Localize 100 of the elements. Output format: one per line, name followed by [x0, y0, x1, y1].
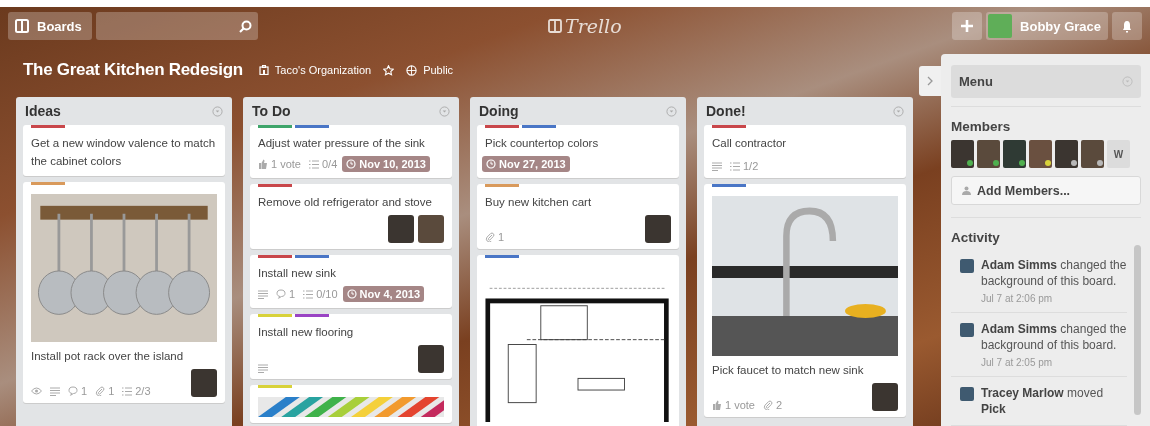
- clock-icon: [486, 159, 496, 169]
- card[interactable]: Get a new window valence to match the cabinet colors: [23, 125, 225, 176]
- checklist-count: 0/4: [308, 158, 338, 170]
- card-title: Get a new window valence to match the cabinet colors: [31, 136, 217, 169]
- member-initial-avatar[interactable]: W: [1107, 140, 1130, 168]
- search-field[interactable]: [96, 12, 258, 40]
- card-title: Install new flooring: [258, 325, 355, 340]
- eye-icon: [31, 387, 42, 395]
- activity-message: Adam Simms changed the background of this board.: [981, 257, 1127, 289]
- member-avatar[interactable]: [1081, 140, 1104, 168]
- thumbs-up-icon: [712, 400, 722, 410]
- attachment-count: 2: [762, 399, 783, 411]
- visibility-button[interactable]: Public: [406, 64, 454, 76]
- list-menu-icon[interactable]: [439, 105, 450, 117]
- card-title: Call contractor: [712, 136, 788, 151]
- list-menu-icon[interactable]: [666, 105, 677, 117]
- clock-icon: [346, 159, 357, 169]
- due-date-badge: Nov 27, 2013: [482, 156, 570, 172]
- activity-heading: Activity: [951, 217, 1141, 245]
- activity-time: Jul 7 at 2:06 pm: [981, 293, 1054, 304]
- card-title: Pick countertop colors: [485, 136, 600, 151]
- vote-count: 1 vote: [258, 158, 301, 170]
- paperclip-icon: [485, 232, 495, 242]
- members-heading: Members: [951, 106, 1141, 134]
- attachment-count: 1: [485, 231, 505, 243]
- globe-icon: [406, 64, 418, 76]
- activity-message: Tracey Marlow moved Pick: [981, 385, 1105, 417]
- description-icon: [258, 289, 268, 299]
- plus-icon: [961, 20, 974, 32]
- checklist-icon: [308, 159, 319, 169]
- add-button[interactable]: [952, 12, 983, 40]
- boards-button[interactable]: Boards: [8, 12, 92, 40]
- menu-options-icon: [1122, 76, 1133, 87]
- menu-title: Menu: [959, 74, 993, 89]
- checklist-icon: [122, 386, 133, 396]
- bell-icon: [1122, 19, 1132, 33]
- add-members-button[interactable]: Add Members...: [951, 176, 1141, 205]
- member-avatar[interactable]: [1029, 140, 1052, 168]
- attachment-count: 1: [95, 385, 115, 397]
- board-logo-icon: [548, 19, 562, 33]
- member-avatar[interactable]: [951, 140, 974, 168]
- comment-count: 1: [276, 288, 296, 300]
- card-title: Pick faucet to match new sink: [712, 363, 865, 378]
- card[interactable]: Pick countertop colors Nov 27, 2013: [477, 125, 679, 178]
- card-title: Buy new kitchen cart: [485, 195, 593, 210]
- scrollbar[interactable]: [1134, 245, 1141, 415]
- activity-message: Adam Simms changed the background of this board.: [981, 321, 1127, 353]
- clock-icon: [346, 289, 357, 299]
- list-title: Done!: [706, 103, 746, 119]
- collapse-sidebar-button[interactable]: [919, 66, 941, 96]
- card[interactable]: Install pot rack over the island 1 1 2/3: [23, 182, 225, 403]
- card[interactable]: Install new flooring: [250, 314, 452, 379]
- search-icon: [239, 19, 252, 33]
- card[interactable]: Call contractor 1/2: [704, 125, 906, 178]
- due-date-badge: Nov 4, 2013: [342, 286, 425, 302]
- notifications-button[interactable]: [1112, 12, 1142, 40]
- card-title: Install pot rack over the island: [31, 349, 185, 364]
- list-menu-icon[interactable]: [893, 105, 904, 117]
- list-title: To Do: [252, 103, 291, 119]
- card[interactable]: Adjust water pressure of the sink 1 vote 0/4 Nov 10, 2013: [250, 125, 452, 178]
- checklist-icon: [303, 289, 314, 299]
- card[interactable]: Pick faucet to match new sink 1 vote 2: [704, 184, 906, 417]
- user-avatar: [988, 14, 1013, 38]
- logo-text: Trello: [565, 15, 622, 37]
- boards-icon: [15, 19, 29, 33]
- checklist-icon: [730, 161, 740, 171]
- paperclip-icon: [762, 400, 773, 410]
- comment-count: 1: [68, 385, 88, 397]
- list-title: Ideas: [25, 103, 61, 119]
- paperclip-icon: [95, 386, 106, 396]
- person-icon: [962, 186, 971, 195]
- thumbs-up-icon: [258, 159, 268, 169]
- checklist-count: 2/3: [122, 385, 151, 397]
- card[interactable]: Install new sink 1 0/10 Nov 4, 2013: [250, 255, 452, 308]
- card[interactable]: Buy new kitchen cart 1: [477, 184, 679, 249]
- description-icon: [50, 386, 60, 396]
- member-avatar[interactable]: [1003, 140, 1026, 168]
- speech-bubble-icon: [276, 289, 286, 299]
- checklist-count: 1/2: [730, 160, 759, 172]
- description-icon: [258, 364, 268, 373]
- vote-count: 1 vote: [712, 399, 755, 411]
- list-title: Doing: [479, 103, 519, 119]
- activity-time: Jul 7 at 2:05 pm: [981, 357, 1054, 368]
- member-avatar[interactable]: [977, 140, 1000, 168]
- star-icon[interactable]: [383, 64, 395, 76]
- description-icon: [712, 161, 722, 171]
- list-menu-icon[interactable]: [212, 105, 223, 117]
- organization-icon: [258, 65, 269, 75]
- menu-header[interactable]: Menu: [951, 65, 1141, 98]
- card[interactable]: [477, 255, 679, 426]
- due-date-badge: Nov 10, 2013: [342, 156, 430, 172]
- speech-bubble-icon: [68, 386, 78, 396]
- card-title: Remove old refrigerator and stove: [258, 195, 433, 210]
- chevron-right-icon: [927, 76, 933, 86]
- member-avatar[interactable]: [1055, 140, 1078, 168]
- card-title: Adjust water pressure of the sink: [258, 136, 426, 151]
- checklist-count: 0/10: [303, 288, 338, 300]
- organization-link[interactable]: Taco's Organization: [258, 64, 372, 76]
- card-title: Install new sink: [258, 266, 337, 281]
- board-title: The Great Kitchen Redesign: [23, 60, 243, 80]
